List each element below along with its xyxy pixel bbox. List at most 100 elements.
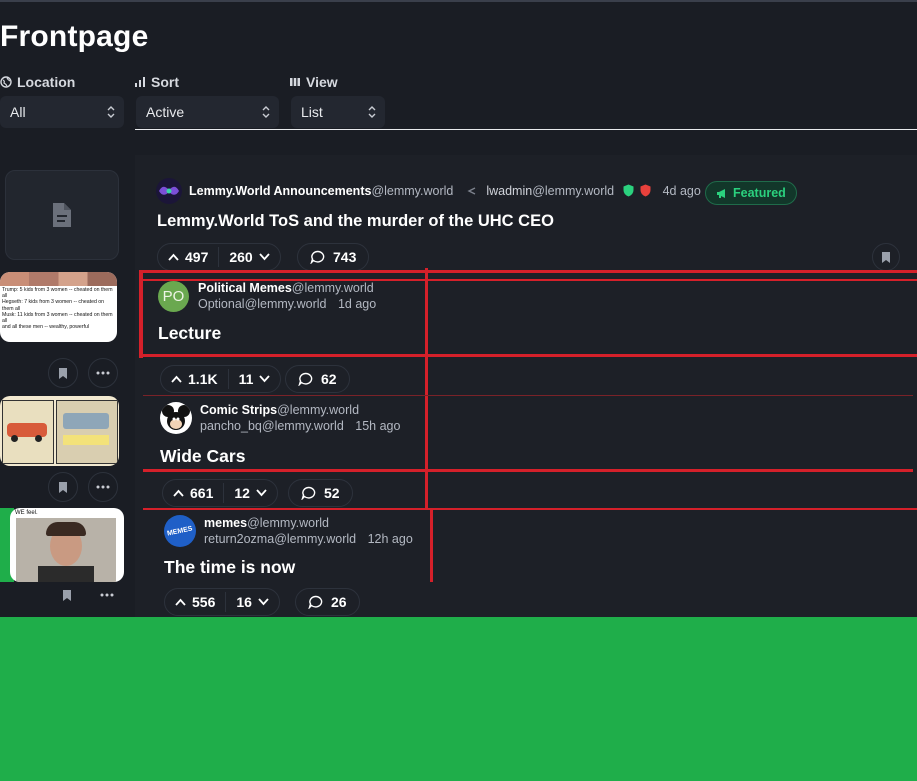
post-thumbnail-memes[interactable]: WE feel. xyxy=(10,508,124,582)
avatar-text: MEMES xyxy=(166,524,194,538)
upvote-button[interactable]: 1.1K xyxy=(161,366,228,392)
comment-count: 743 xyxy=(333,249,357,265)
view-select[interactable]: List xyxy=(291,96,385,128)
community-instance: @lemmy.world xyxy=(277,403,360,417)
comments-button[interactable]: 52 xyxy=(288,479,353,507)
post-thumbnail-comic[interactable] xyxy=(0,396,119,466)
vote-buttons: 1.1K 11 xyxy=(160,365,282,393)
post-meta: Comic Strips@lemmy.world xyxy=(200,403,359,417)
upvote-count: 497 xyxy=(185,249,209,265)
community-avatar[interactable]: PO xyxy=(158,281,189,312)
sort-select-value: Active xyxy=(146,104,185,120)
vote-buttons: 497 260 xyxy=(157,243,281,271)
arrow-up-icon xyxy=(173,489,184,497)
author-link[interactable]: pancho_bq xyxy=(200,419,262,433)
arrow-up-icon xyxy=(168,253,179,261)
community-avatar[interactable]: MEMES xyxy=(164,515,196,547)
megaphone-icon xyxy=(717,188,725,198)
downvote-button[interactable]: 16 xyxy=(226,589,279,615)
post-meta-author: Optional@lemmy.world 1d ago xyxy=(198,297,376,311)
more-options-button[interactable] xyxy=(88,472,118,502)
top-border xyxy=(0,0,917,2)
comments-button[interactable]: 26 xyxy=(295,588,360,616)
comments-button[interactable]: 62 xyxy=(285,365,350,393)
bookmark-icon xyxy=(59,367,67,379)
app-window: Frontpage Location All Sort Active View … xyxy=(0,0,917,617)
annotation-line xyxy=(139,354,917,357)
community-instance: @lemmy.world xyxy=(371,184,454,198)
view-select-value: List xyxy=(301,104,323,120)
community-instance: @lemmy.world xyxy=(291,281,374,295)
author-link[interactable]: return2ozma xyxy=(204,532,274,546)
post-meta-author: pancho_bq@lemmy.world 15h ago xyxy=(200,419,400,433)
document-icon xyxy=(53,203,71,227)
thumbnail-line: and all these men -- wealthy, powerful xyxy=(2,324,89,331)
upvote-button[interactable]: 556 xyxy=(165,589,225,615)
downvote-button[interactable]: 12 xyxy=(224,480,277,506)
save-button[interactable] xyxy=(48,472,78,502)
community-link[interactable]: Lemmy.World Announcements xyxy=(189,184,371,198)
author-instance: @lemmy.world xyxy=(532,184,615,198)
comment-bubble-icon xyxy=(310,250,325,264)
post-thumbnail-political[interactable]: Trump: 5 kids from 3 women -- cheated on… xyxy=(0,272,117,342)
lemmy-logo-icon xyxy=(159,186,179,195)
post-item: PO Political Memes@lemmy.world Optional@… xyxy=(135,273,917,393)
chevron-updown-icon xyxy=(262,106,270,118)
post-thumbnail-placeholder[interactable] xyxy=(5,170,119,260)
author-instance: @lemmy.world xyxy=(261,419,344,433)
location-select[interactable]: All xyxy=(0,96,124,128)
ellipsis-icon xyxy=(100,593,114,597)
upvote-count: 661 xyxy=(190,485,214,501)
community-avatar[interactable] xyxy=(156,178,182,204)
community-link[interactable]: Political Memes xyxy=(198,281,292,295)
downvote-button[interactable]: 260 xyxy=(219,244,279,270)
post-meta: Lemmy.World Announcements@lemmy.world lw… xyxy=(189,184,701,198)
sort-select[interactable]: Active xyxy=(136,96,279,128)
community-link[interactable]: memes xyxy=(204,516,247,530)
post-item: Lemmy.World Announcements@lemmy.world lw… xyxy=(135,155,917,271)
view-label: View xyxy=(289,74,338,90)
upvote-button[interactable]: 661 xyxy=(163,480,223,506)
thumbnail-column: Trump: 5 kids from 3 women -- cheated on… xyxy=(0,148,134,617)
bar-chart-icon xyxy=(135,77,145,87)
community-instance: @lemmy.world xyxy=(247,516,330,530)
bookmark-icon xyxy=(63,589,71,601)
save-button[interactable] xyxy=(872,243,900,271)
more-options-button[interactable] xyxy=(92,582,122,608)
avatar-initials: PO xyxy=(162,288,185,305)
post-title[interactable]: The time is now xyxy=(164,557,295,578)
thumbnail-line: Hegseth: 7 kids from 3 women -- cheated … xyxy=(2,299,105,312)
divider xyxy=(135,129,917,130)
post-age: 4d ago xyxy=(662,184,701,198)
globe-icon xyxy=(0,76,12,88)
community-link[interactable]: Comic Strips xyxy=(200,403,277,417)
comic-panel xyxy=(56,400,118,464)
more-options-button[interactable] xyxy=(88,358,118,388)
post-title[interactable]: Wide Cars xyxy=(160,446,245,467)
author-link[interactable]: lwadmin xyxy=(486,184,532,198)
arrow-up-icon xyxy=(175,598,186,606)
location-select-value: All xyxy=(10,104,26,120)
admin-shield-icon xyxy=(640,184,651,197)
comments-button[interactable]: 743 xyxy=(297,243,370,271)
view-label-text: View xyxy=(306,74,338,90)
page-title: Frontpage xyxy=(0,20,149,53)
upvote-button[interactable]: 497 xyxy=(158,244,218,270)
save-button[interactable] xyxy=(48,358,78,388)
downvote-count: 11 xyxy=(238,371,254,387)
community-avatar[interactable] xyxy=(160,402,192,434)
mickey-mouse-icon xyxy=(162,405,190,430)
annotation-line xyxy=(143,508,917,510)
sort-label-text: Sort xyxy=(151,74,179,90)
post-title[interactable]: Lecture xyxy=(158,323,221,344)
arrow-down-icon xyxy=(259,253,270,261)
post-title[interactable]: Lemmy.World ToS and the murder of the UH… xyxy=(157,212,554,231)
moderator-shield-icon xyxy=(623,184,634,197)
featured-badge-text: Featured xyxy=(733,186,786,200)
save-button[interactable] xyxy=(52,582,82,608)
downvote-button[interactable]: 11 xyxy=(229,366,281,392)
comment-bubble-icon xyxy=(301,486,316,500)
author-link[interactable]: Optional xyxy=(198,297,245,311)
chevron-updown-icon xyxy=(368,106,376,118)
share-arrow-icon xyxy=(467,187,476,195)
